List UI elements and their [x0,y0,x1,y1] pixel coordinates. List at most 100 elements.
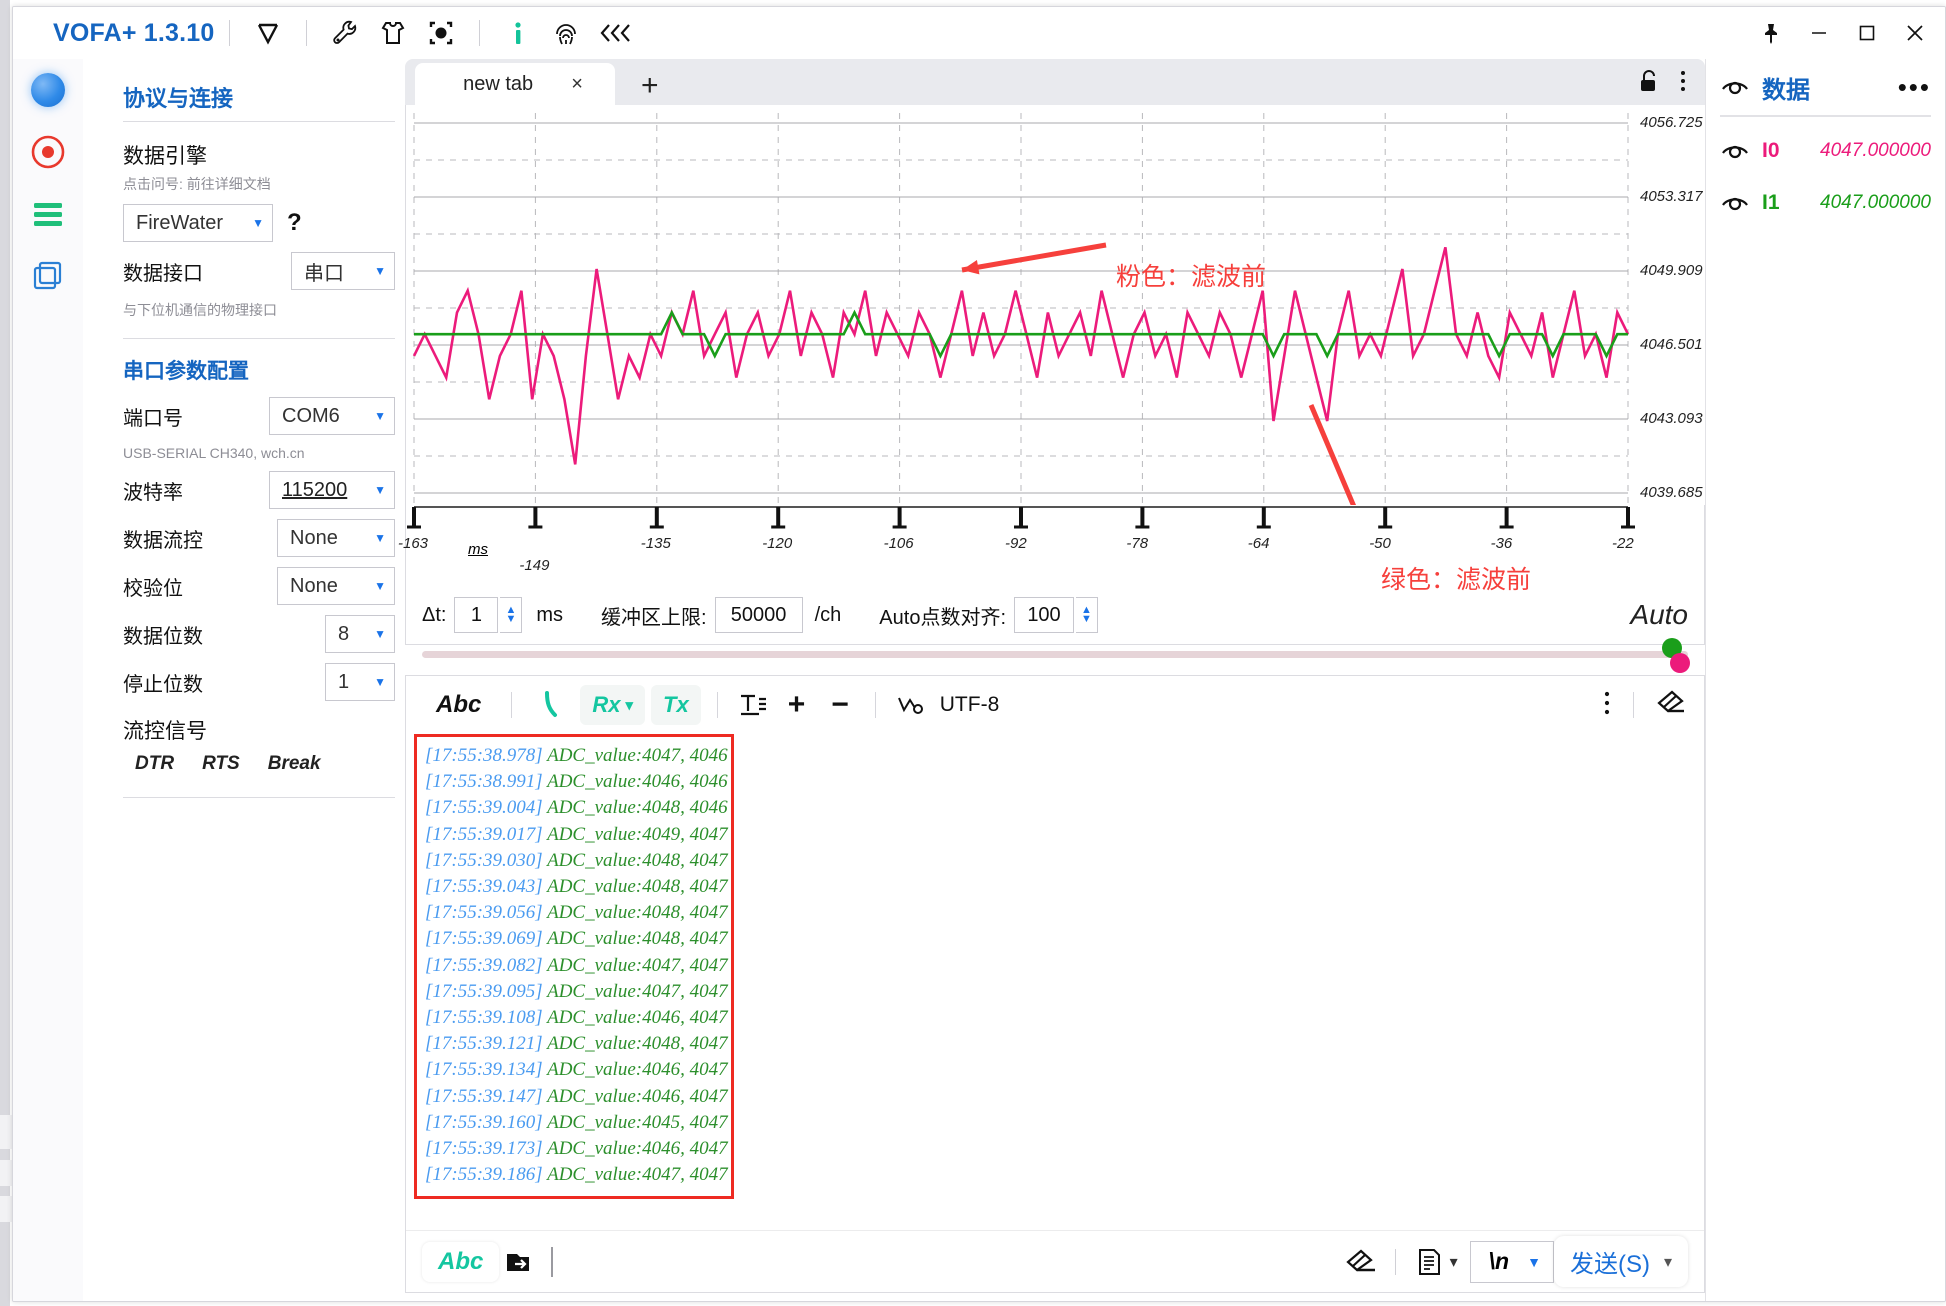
add-tab-button[interactable]: + [631,71,669,105]
flow-control-label: 数据流控 [123,529,203,552]
eye-icon[interactable] [1720,137,1750,166]
parity-select[interactable]: None ▼ [277,567,395,605]
parity-row: 校验位 None ▼ [123,567,395,605]
rx-toggle[interactable]: Rx ▾ [580,685,645,725]
port-select[interactable]: COM6 ▼ [269,397,395,435]
dtr-button[interactable]: DTR [135,753,174,775]
export-icon[interactable] [499,1243,537,1281]
collapse-left-icon[interactable] [597,16,631,50]
increase-font-button[interactable]: + [778,688,816,722]
auto-mode-label[interactable]: Auto [1630,599,1688,631]
help-button[interactable]: ? [287,209,302,237]
info-icon[interactable] [501,16,535,50]
stopbits-select[interactable]: 1 ▼ [325,663,395,701]
chevron-down-icon[interactable]: ▾ [1450,1252,1458,1272]
close-icon[interactable]: × [571,73,583,96]
eraser-icon[interactable] [1656,689,1688,722]
timeline-slider[interactable] [422,638,1690,673]
dt-input[interactable]: 1 [454,597,499,633]
log-line: [17:55:39.147] ADC_value:4046, 4047 [425,1084,728,1110]
buffer-input[interactable]: 50000 [714,597,803,633]
send-input[interactable] [567,1247,1343,1276]
break-button[interactable]: Break [268,753,321,775]
data-panel-divider [1720,115,1931,117]
pin-icon[interactable] [1747,13,1795,53]
log-line: [17:55:39.069] ADC_value:4048, 4047 [425,926,728,952]
databits-select[interactable]: 8 ▼ [325,615,395,653]
send-abc-button[interactable]: Abc [422,1241,500,1282]
data-engine-row: FireWater ▼ ? [123,204,395,242]
text-format-icon[interactable] [734,686,772,724]
rail-item-layers[interactable] [13,245,83,307]
wrench-icon[interactable] [328,16,362,50]
logo-v-icon[interactable] [251,16,285,50]
data-interface-select[interactable]: 串口 ▼ [291,252,395,290]
eye-icon[interactable] [1720,73,1750,102]
maximize-icon[interactable] [1843,13,1891,53]
rail-item-channels[interactable] [13,183,83,245]
close-icon[interactable] [1891,13,1939,53]
tx-toggle[interactable]: Tx [651,685,701,725]
rail-item-connection[interactable] [13,121,83,183]
tab-new-tab[interactable]: new tab × [415,63,615,105]
eye-icon[interactable] [1720,189,1750,218]
send-button-label: 发送(S) [1569,1251,1650,1278]
tab-more-icon[interactable] [1679,68,1687,99]
plot-area[interactable]: VOFA 接3.3v 粉色：滤波前 绿色：滤波前 4056.725 4053.3… [406,105,1918,594]
align-input[interactable]: 100 [1014,597,1074,633]
port-value: COM6 [282,404,340,427]
x-tick-label: -106 [883,535,914,552]
data-panel-more-button[interactable]: ••• [1898,72,1931,103]
channel-value-i0: 4047.000000 [1820,140,1931,161]
shirt-icon[interactable] [376,16,410,50]
terminal-log[interactable]: [17:55:38.978] ADC_value:4047, 4046 [17:5… [414,734,734,1200]
target-icon[interactable] [424,16,458,50]
terminal-abc-button[interactable]: Abc [422,687,495,723]
flow-control-select[interactable]: None ▼ [277,519,395,557]
parity-value: None [290,574,338,597]
eraser-icon[interactable] [1343,1243,1381,1281]
fingerprint-icon[interactable] [549,16,583,50]
dt-stepper[interactable]: ▲ ▼ [500,597,523,633]
terminal-divider-1 [511,692,513,718]
chevron-down-icon[interactable]: ▾ [1664,1252,1672,1272]
encoding-label[interactable]: UTF-8 [940,693,1000,717]
more-vertical-icon[interactable] [1603,689,1611,722]
terminal-divider-3 [874,692,876,718]
y-tick-1: 4053.317 [1640,188,1703,205]
phone-icon[interactable] [528,685,575,725]
chevron-down-icon: ▼ [374,409,386,423]
title-bar: VOFA+ 1.3.10 [13,7,1945,59]
send-button[interactable]: 发送(S) ▾ [1553,1236,1688,1287]
data-engine-select[interactable]: FireWater ▼ [123,204,273,242]
log-line: [17:55:39.173] ADC_value:4046, 4047 [425,1136,728,1162]
waveform-icon[interactable] [892,686,930,724]
log-message: ADC_value:4046, 4047 [547,1138,728,1160]
data-engine-heading: 数据引擎 [123,145,207,168]
log-timestamp: [17:55:39.017] [425,823,548,845]
log-message: ADC_value:4048, 4047 [547,902,728,924]
buffer-unit: /ch [814,603,842,626]
minimize-icon[interactable] [1795,13,1843,53]
log-timestamp: [17:55:39.147] [425,1085,548,1107]
rail-status-indicator[interactable] [13,59,83,121]
sidebar-title: 协议与连接 [123,86,234,111]
log-message: ADC_value:4048, 4047 [547,1033,728,1055]
terminal-toolbar-right [1603,689,1688,722]
stopbits-value: 1 [338,670,350,693]
file-icon[interactable] [1410,1243,1448,1281]
x-tick-label: -78 [1126,535,1149,552]
slider-track[interactable] [422,651,1688,658]
connection-dot-icon [31,73,65,107]
send-bar: Abc ▾ \n ▼ 发送(S) ▾ [406,1230,1704,1292]
newline-select[interactable]: \n ▼ [1469,1240,1554,1283]
log-line: [17:55:39.121] ADC_value:4048, 4047 [425,1031,728,1057]
channel-row-i1[interactable]: I1 4047.000000 [1720,177,1931,229]
baud-select[interactable]: 115200 ▼ [269,471,395,509]
unlock-icon[interactable] [1637,68,1661,99]
terminal-divider-2 [716,692,718,718]
decrease-font-button[interactable]: − [821,688,859,722]
rts-button[interactable]: RTS [202,753,240,775]
channel-row-i0[interactable]: I0 4047.000000 [1720,125,1931,177]
align-stepper[interactable]: ▲ ▼ [1076,597,1098,633]
